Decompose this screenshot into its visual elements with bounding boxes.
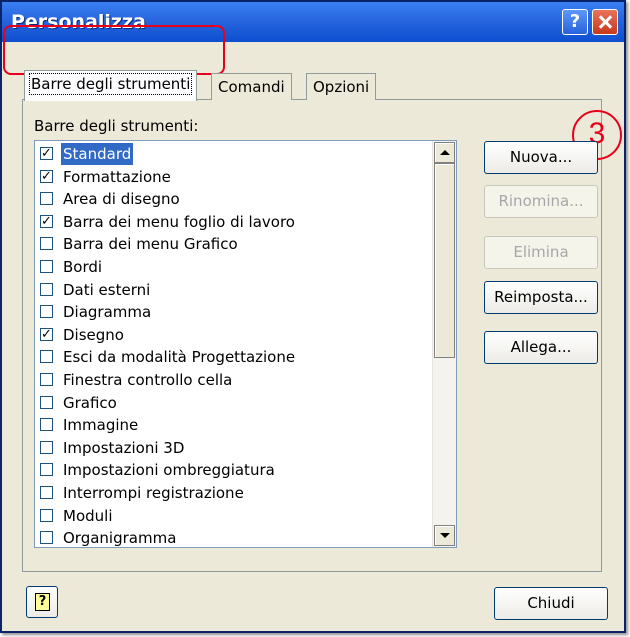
tab-label: Comandi: [218, 78, 285, 96]
checkbox[interactable]: [40, 260, 53, 273]
list-item-label: Area di disegno: [63, 190, 180, 209]
help-button[interactable]: ?: [26, 586, 58, 618]
close-button[interactable]: Chiudi: [494, 587, 608, 620]
list-item[interactable]: ✓ Formattazione: [37, 166, 429, 188]
list-item[interactable]: Immagine: [37, 414, 429, 436]
checkbox[interactable]: [40, 395, 53, 409]
list-item-label: Finestra controllo cella: [63, 371, 233, 389]
title-bar[interactable]: Personalizza ?: [2, 2, 624, 42]
tab-commands[interactable]: Comandi: [211, 73, 292, 100]
checkbox[interactable]: ✓: [40, 327, 53, 341]
list-scrollbar[interactable]: [432, 141, 456, 547]
rename-toolbar-button[interactable]: Rinomina...: [484, 185, 598, 218]
list-item-label: Formattazione: [63, 167, 171, 186]
list-item[interactable]: Moduli: [37, 505, 429, 527]
attach-toolbar-button[interactable]: Allega...: [484, 331, 598, 364]
list-item[interactable]: Impostazioni ombreggiatura: [37, 459, 429, 481]
list-item-label: Impostazioni 3D: [63, 438, 185, 457]
scroll-down-button[interactable]: [434, 525, 455, 546]
tab-options[interactable]: Opzioni: [306, 73, 377, 100]
list-item-label: Esci da modalità Progettazione: [63, 348, 296, 367]
list-item[interactable]: Interrompi registrazione: [37, 482, 429, 504]
arrow-up-icon: [440, 150, 450, 155]
checkbox[interactable]: [40, 418, 53, 432]
checkbox[interactable]: [40, 531, 53, 545]
list-item-label: Standard: [61, 143, 134, 165]
checkbox[interactable]: [40, 350, 53, 364]
checkbox[interactable]: [40, 237, 53, 251]
scroll-thumb[interactable]: [434, 163, 455, 358]
list-item-label: Barra dei menu Grafico: [63, 235, 238, 254]
checkbox[interactable]: [40, 463, 53, 477]
list-item[interactable]: Finestra controllo cella: [37, 369, 429, 391]
list-item[interactable]: Grafico: [37, 392, 429, 414]
list-item[interactable]: Diagramma: [37, 301, 429, 323]
checkbox[interactable]: [40, 282, 53, 296]
checkbox[interactable]: [40, 192, 53, 206]
list-item-label: Interrompi registrazione: [63, 484, 244, 502]
toolbars-list-label: Barre degli strumenti:: [34, 117, 199, 135]
list-item-label: Impostazioni ombreggiatura: [63, 461, 275, 480]
list-item-label: Grafico: [63, 393, 117, 412]
list-item[interactable]: ✓ Barra dei menu foglio di lavoro: [37, 211, 429, 233]
delete-toolbar-button[interactable]: Elimina: [484, 236, 598, 269]
toolbars-listbox[interactable]: ✓ Standard ✓ Formattazione Area di disegno ✓ B…: [34, 140, 457, 548]
list-item[interactable]: Impostazioni 3D: [37, 437, 429, 459]
checkbox[interactable]: ✓: [40, 169, 53, 183]
help-icon[interactable]: ?: [562, 9, 588, 35]
list-item[interactable]: Organigramma: [37, 527, 429, 548]
list-item-label: Diagramma: [63, 303, 152, 322]
checkbox[interactable]: ✓: [40, 147, 53, 160]
checkbox[interactable]: ✓: [40, 214, 53, 228]
list-item-label: Moduli: [63, 506, 113, 525]
close-icon[interactable]: [592, 9, 618, 35]
list-item-label: Barra dei menu foglio di lavoro: [63, 212, 295, 231]
scroll-up-button[interactable]: [434, 142, 455, 163]
checkbox[interactable]: [40, 486, 53, 499]
arrow-down-icon: [440, 533, 450, 538]
checkbox[interactable]: [40, 440, 53, 454]
tab-label: Opzioni: [313, 78, 370, 96]
list-item[interactable]: Area di disegno: [37, 188, 429, 210]
list-item[interactable]: Dati esterni: [37, 279, 429, 301]
checkbox[interactable]: [40, 305, 53, 319]
checkbox[interactable]: [40, 508, 53, 522]
list-item-label: Immagine: [63, 416, 139, 435]
new-toolbar-button[interactable]: Nuova...: [484, 141, 598, 174]
list-item[interactable]: Barra dei menu Grafico: [37, 233, 429, 255]
list-item[interactable]: Bordi: [37, 256, 429, 278]
list-item-label: Dati esterni: [63, 280, 151, 299]
dialog-title: Personalizza: [11, 11, 146, 33]
tab-toolbars[interactable]: Barre degli strumenti: [24, 70, 198, 101]
list-item-label: Disegno: [63, 325, 124, 344]
reset-toolbar-button[interactable]: Reimposta...: [484, 281, 598, 314]
checkbox[interactable]: [40, 373, 53, 386]
help-question-icon: ?: [35, 593, 50, 611]
list-item[interactable]: Esci da modalità Progettazione: [37, 346, 429, 368]
list-item-label: Bordi: [63, 258, 103, 276]
list-item[interactable]: ✓ Standard: [37, 143, 429, 165]
list-item-label: Organigramma: [63, 529, 177, 548]
tab-label: Barre degli strumenti: [28, 73, 193, 95]
list-item[interactable]: ✓ Disegno: [37, 324, 429, 346]
